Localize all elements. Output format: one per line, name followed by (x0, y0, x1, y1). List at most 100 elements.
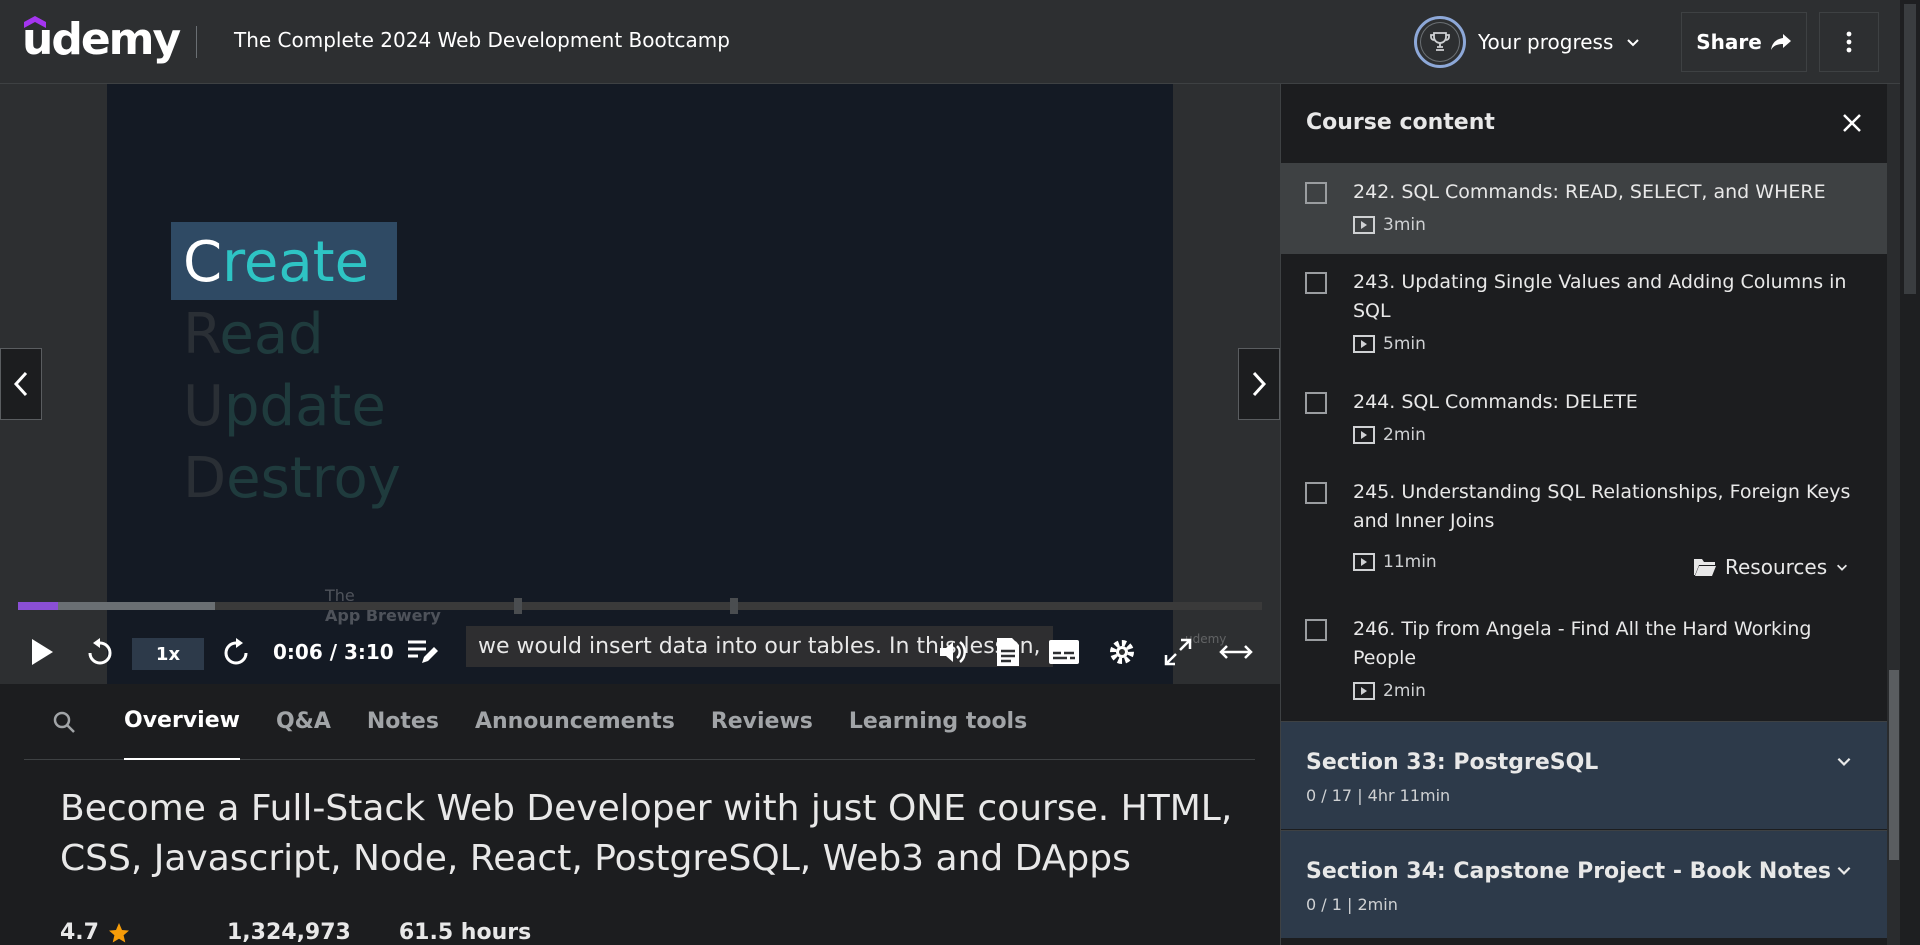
top-bar: udemy The Complete 2024 Web Development … (0, 0, 1920, 84)
tab-qa[interactable]: Q&A (276, 684, 331, 760)
settings-button[interactable] (1102, 632, 1142, 672)
lecture-checkbox[interactable] (1305, 392, 1327, 414)
star-icon (108, 922, 129, 942)
resources-dropdown[interactable]: Resources (1693, 555, 1849, 579)
panel-header: Course content (1281, 84, 1887, 164)
tab-reviews[interactable]: Reviews (711, 684, 813, 760)
lecture-item[interactable]: 245. Understanding SQL Relationships, Fo… (1281, 464, 1887, 601)
lecture-item[interactable]: 242. SQL Commands: READ, SELECT, and WHE… (1281, 164, 1887, 254)
section-meta: 0 / 1 | 2min (1306, 895, 1398, 914)
crud-update-word: Update (183, 374, 386, 439)
course-content-panel: 242. SQL Commands: READ, SELECT, and WHE… (1280, 84, 1920, 945)
chevron-left-icon (13, 371, 28, 397)
lecture-checkbox[interactable] (1305, 619, 1327, 641)
resources-label: Resources (1725, 555, 1828, 579)
vertical-dots-icon (1846, 31, 1852, 53)
forward-icon (224, 638, 248, 665)
expand-icon (1164, 638, 1192, 666)
volume-icon (940, 641, 966, 663)
chevron-down-icon (1837, 757, 1851, 766)
section-title: Section 34: Capstone Project - Book Note… (1306, 859, 1831, 884)
progress-button[interactable]: Your progress (1414, 15, 1641, 69)
video-frame[interactable]: Create Read Update Destroy we would inse… (107, 84, 1226, 684)
crud-update-rest: pdate (224, 374, 386, 439)
transcript-button[interactable] (988, 632, 1028, 672)
share-arrow-icon (1770, 34, 1791, 50)
folder-open-icon (1694, 559, 1716, 576)
chevron-right-icon (1252, 371, 1267, 397)
close-panel-button[interactable] (1837, 108, 1867, 138)
course-tabs: Overview Q&A Notes Announcements Reviews… (24, 684, 1255, 760)
udemy-logo[interactable]: udemy (22, 14, 181, 65)
lecture-checkbox[interactable] (1305, 272, 1327, 294)
crud-create-initial: C (183, 230, 223, 295)
lecture-duration: 5min (1383, 334, 1426, 354)
lecture-item[interactable]: 243. Updating Single Values and Adding C… (1281, 254, 1887, 374)
hours-value: 61.5 hours (398, 920, 532, 945)
crud-destroy-rest: estroy (226, 446, 401, 511)
lecture-duration: 2min (1383, 425, 1426, 445)
lecture-checkbox[interactable] (1305, 482, 1327, 504)
share-label: Share (1696, 30, 1762, 54)
crud-read-rest: ead (219, 302, 324, 367)
captions-icon (1049, 640, 1079, 664)
header-divider (196, 26, 197, 58)
player-controls: 1x 0:06 / 3:10 (0, 622, 1280, 684)
next-lecture-button[interactable] (1238, 348, 1280, 420)
lecture-list: 242. SQL Commands: READ, SELECT, and WHE… (1281, 164, 1887, 711)
add-note-button[interactable] (402, 632, 442, 672)
rewind-5-button[interactable] (80, 632, 120, 672)
playback-speed-button[interactable]: 1x (132, 638, 204, 670)
speed-label: 1x (155, 643, 181, 665)
share-button[interactable]: Share (1681, 12, 1807, 72)
panel-title: Course content (1306, 110, 1495, 135)
video-icon (1353, 216, 1375, 234)
tab-learning-tools[interactable]: Learning tools (849, 684, 1027, 760)
crud-destroy-initial: D (183, 446, 227, 511)
logo-hat-icon (24, 16, 46, 28)
play-button[interactable] (22, 632, 62, 672)
video-icon (1353, 553, 1375, 571)
seek-bar[interactable] (18, 598, 1262, 614)
panel-scrollbar-thumb[interactable] (1889, 670, 1899, 860)
volume-button[interactable] (932, 632, 972, 672)
course-title[interactable]: The Complete 2024 Web Development Bootca… (234, 28, 730, 52)
lecture-item[interactable]: 246. Tip from Angela - Find All the Hard… (1281, 601, 1887, 711)
crud-create-word: Create (183, 230, 369, 295)
section-title: Section 33: PostgreSQL (1306, 750, 1599, 775)
lecture-duration: 11min (1383, 552, 1437, 572)
search-tab[interactable] (52, 684, 110, 760)
tab-announcements[interactable]: Announcements (475, 684, 675, 760)
section-header-33[interactable]: Section 33: PostgreSQL 0 / 17 | 4hr 11mi… (1281, 721, 1887, 829)
tab-overview[interactable]: Overview (124, 684, 240, 760)
tab-notes[interactable]: Notes (367, 684, 439, 760)
rewind-icon (88, 638, 112, 665)
lecture-title: 244. SQL Commands: DELETE (1353, 391, 1638, 413)
more-options-button[interactable] (1819, 12, 1879, 72)
fullscreen-button[interactable] (1158, 632, 1198, 672)
time-display: 0:06 / 3:10 (273, 640, 394, 664)
course-stats: 4.7 1,324,973 61.5 hours (60, 920, 579, 945)
video-player[interactable]: Create Read Update Destroy we would inse… (0, 84, 1280, 684)
crud-read-initial: R (183, 302, 220, 367)
chevron-down-icon (1837, 866, 1851, 875)
rating-stat: 4.7 (60, 920, 131, 945)
captions-button[interactable] (1044, 632, 1084, 672)
crud-read-word: Read (183, 302, 324, 367)
crud-update-initial: U (183, 374, 224, 439)
horizontal-arrows-icon (1219, 645, 1253, 659)
lecture-duration: 3min (1383, 215, 1426, 235)
chevron-down-icon (1837, 564, 1848, 571)
expanded-view-button[interactable] (1216, 632, 1256, 672)
chapter-marker (730, 598, 738, 614)
chevron-down-icon (1627, 39, 1640, 47)
progress-label: Your progress (1478, 30, 1614, 54)
lecture-checkbox[interactable] (1305, 182, 1327, 204)
previous-lecture-button[interactable] (0, 348, 42, 420)
crud-destroy-word: Destroy (183, 446, 401, 511)
section-header-34[interactable]: Section 34: Capstone Project - Book Note… (1281, 830, 1887, 938)
lecture-item[interactable]: 244. SQL Commands: DELETE 2min (1281, 374, 1887, 464)
page-scrollbar-thumb[interactable] (1904, 4, 1916, 294)
rating-value: 4.7 (60, 920, 99, 945)
forward-5-button[interactable] (216, 632, 256, 672)
